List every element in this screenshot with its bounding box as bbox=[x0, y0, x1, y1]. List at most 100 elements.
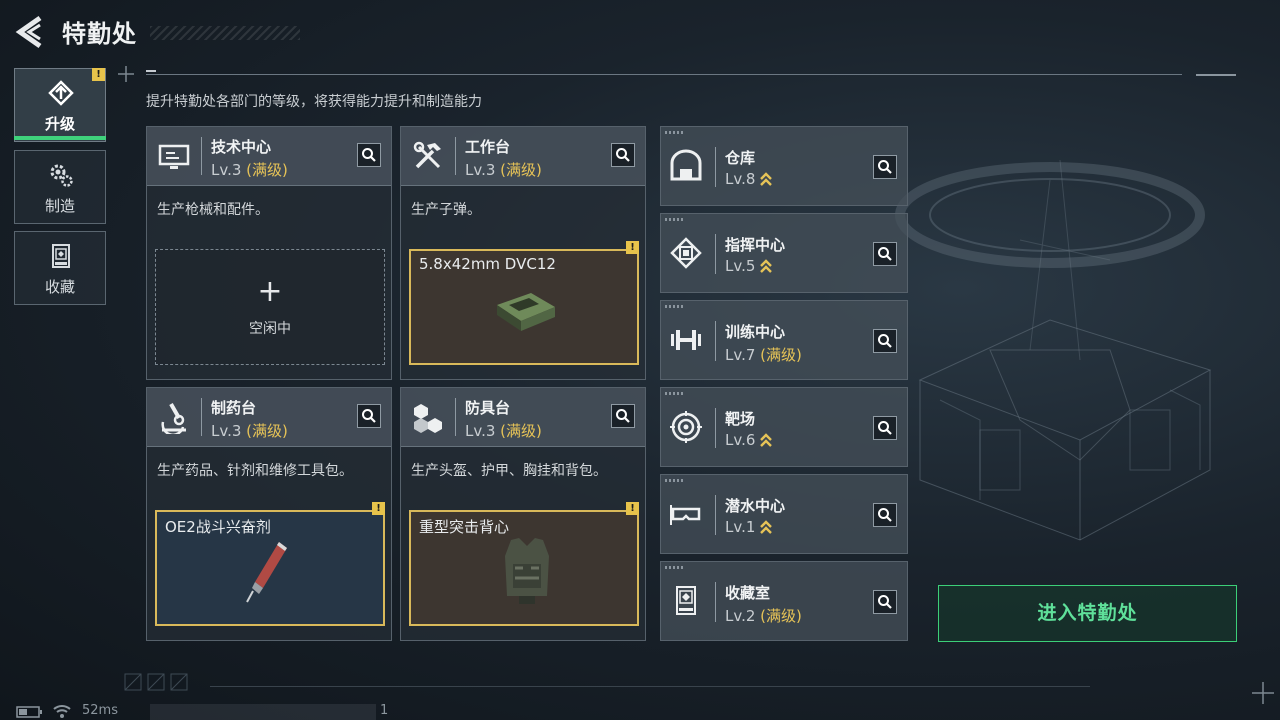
search-button[interactable] bbox=[873, 242, 897, 266]
level-value: Lv.3 bbox=[465, 422, 496, 440]
title-decoration bbox=[150, 26, 300, 40]
dive-mask-icon bbox=[670, 505, 701, 525]
max-level-tag: (满级) bbox=[500, 422, 542, 440]
back-button[interactable] bbox=[14, 14, 48, 50]
search-icon bbox=[878, 334, 892, 348]
production-slot-ammo[interactable]: 5.8x42mm DVC12 ! bbox=[409, 241, 639, 365]
building-level: Lv.6 bbox=[725, 431, 773, 449]
level-value: Lv.2 bbox=[725, 607, 756, 625]
slot-status: 空闲中 bbox=[249, 321, 291, 337]
max-level-tag: (满级) bbox=[760, 607, 802, 625]
nav-craft[interactable]: 制造 bbox=[14, 150, 106, 224]
building-training-center[interactable]: 训练中心 Lv.7 (满级) bbox=[660, 300, 908, 380]
item-name: 重型突击背心 bbox=[419, 518, 510, 536]
corner-decoration bbox=[665, 392, 683, 395]
building-shooting-range[interactable]: 靶场 Lv.6 bbox=[660, 387, 908, 467]
card-header: 工作台 Lv.3 (满级) bbox=[401, 127, 645, 186]
level-value: Lv.5 bbox=[725, 257, 756, 275]
building-name: 训练中心 bbox=[725, 323, 786, 341]
chip-icon bbox=[670, 237, 702, 269]
search-icon bbox=[878, 160, 892, 174]
page-title: 特勤处 bbox=[62, 20, 137, 48]
background-blueprint bbox=[895, 159, 1212, 541]
building-level: Lv.8 bbox=[725, 170, 773, 188]
header-divider-tick bbox=[146, 70, 156, 72]
facility-description: 生产子弹。 bbox=[411, 202, 481, 218]
search-button[interactable] bbox=[873, 155, 897, 179]
level-value: Lv.7 bbox=[725, 346, 756, 364]
nav-craft-label: 制造 bbox=[44, 197, 75, 215]
slot-alert-badge: ! bbox=[372, 502, 385, 515]
building-level: Lv.2 (满级) bbox=[725, 605, 802, 626]
back-arrow-icon bbox=[15, 15, 42, 49]
corner-crosshair-icon bbox=[118, 66, 134, 82]
production-slot-empty[interactable]: + 空闲中 bbox=[155, 249, 385, 365]
footer-line bbox=[210, 686, 1090, 687]
item-name: OE2战斗兴奋剂 bbox=[165, 518, 271, 536]
upgrade-available-icon bbox=[760, 433, 773, 447]
level-value: Lv.1 bbox=[725, 518, 756, 536]
enter-special-ops-button[interactable]: 进入特勤处 bbox=[938, 585, 1237, 642]
search-button[interactable] bbox=[357, 404, 381, 428]
search-button[interactable] bbox=[873, 329, 897, 353]
search-button[interactable] bbox=[611, 404, 635, 428]
header-divider bbox=[146, 74, 1182, 75]
card-divider bbox=[715, 234, 716, 274]
card-divider bbox=[715, 147, 716, 187]
facility-card-tech-center: 技术中心 Lv.3 (满级) 生产枪械和配件。 + 空闲中 bbox=[146, 126, 392, 380]
max-level-tag: (满级) bbox=[500, 161, 542, 179]
max-level-tag: (满级) bbox=[760, 346, 802, 364]
facility-card-workbench: 工作台 Lv.3 (满级) 生产子弹。 5.8x42mm DVC12 ! bbox=[400, 126, 646, 380]
building-warehouse[interactable]: 仓库 Lv.8 bbox=[660, 126, 908, 206]
production-slot-armor[interactable]: 重型突击背心 ! bbox=[409, 502, 639, 626]
search-button[interactable] bbox=[873, 416, 897, 440]
nav-collection[interactable]: 收藏 bbox=[14, 231, 106, 305]
warehouse-icon bbox=[670, 149, 702, 181]
search-button[interactable] bbox=[873, 590, 897, 614]
search-button[interactable] bbox=[357, 143, 381, 167]
status-counter: 1 bbox=[380, 703, 389, 718]
collection-case-icon bbox=[52, 244, 70, 268]
facility-level: Lv.3 (满级) bbox=[465, 420, 542, 441]
search-button[interactable] bbox=[873, 503, 897, 527]
building-name: 靶场 bbox=[725, 410, 756, 428]
facility-level: Lv.3 (满级) bbox=[465, 159, 542, 180]
header-divider-right bbox=[1196, 74, 1236, 76]
injector-icon bbox=[246, 542, 287, 603]
building-diving-center[interactable]: 潜水中心 Lv.1 bbox=[660, 474, 908, 554]
building-collection-room[interactable]: 收藏室 Lv.2 (满级) bbox=[660, 561, 908, 641]
card-header: 防具台 Lv.3 (满级) bbox=[401, 388, 645, 447]
status-bar-field bbox=[150, 704, 376, 720]
search-button[interactable] bbox=[611, 143, 635, 167]
card-header-divider bbox=[201, 398, 202, 436]
card-divider bbox=[715, 321, 716, 361]
cubes-icon bbox=[414, 404, 442, 433]
corner-decoration bbox=[665, 566, 683, 569]
nav-active-indicator bbox=[14, 136, 106, 140]
search-icon bbox=[878, 595, 892, 609]
facility-name: 工作台 bbox=[465, 138, 511, 156]
corner-decoration bbox=[665, 131, 683, 134]
facility-card-armor-bench: 防具台 Lv.3 (满级) 生产头盔、护甲、胸挂和背包。 重型突击背心 ! bbox=[400, 387, 646, 641]
card-divider bbox=[715, 582, 716, 622]
page-subtitle: 提升特勤处各部门的等级，将获得能力提升和制造能力 bbox=[146, 94, 482, 110]
building-command-center[interactable]: 指挥中心 Lv.5 bbox=[660, 213, 908, 293]
upgrade-icon bbox=[48, 80, 74, 106]
card-divider bbox=[715, 495, 716, 535]
facility-level: Lv.3 (满级) bbox=[211, 159, 288, 180]
corner-decoration bbox=[665, 305, 683, 308]
upgrade-available-icon bbox=[760, 172, 773, 186]
search-icon bbox=[878, 508, 892, 522]
facility-description: 生产头盔、护甲、胸挂和背包。 bbox=[411, 463, 607, 479]
search-icon bbox=[878, 247, 892, 261]
level-value: Lv.3 bbox=[211, 161, 242, 179]
search-icon bbox=[362, 409, 376, 423]
card-header: 制药台 Lv.3 (满级) bbox=[147, 388, 391, 447]
facility-description: 生产药品、针剂和维修工具包。 bbox=[157, 463, 353, 479]
building-name: 收藏室 bbox=[725, 584, 771, 602]
production-slot-medicine[interactable]: OE2战斗兴奋剂 ! bbox=[155, 502, 385, 626]
microscope-icon bbox=[161, 403, 186, 434]
facility-name: 制药台 bbox=[211, 399, 257, 417]
upgrade-available-icon bbox=[760, 520, 773, 534]
target-icon bbox=[670, 411, 702, 443]
